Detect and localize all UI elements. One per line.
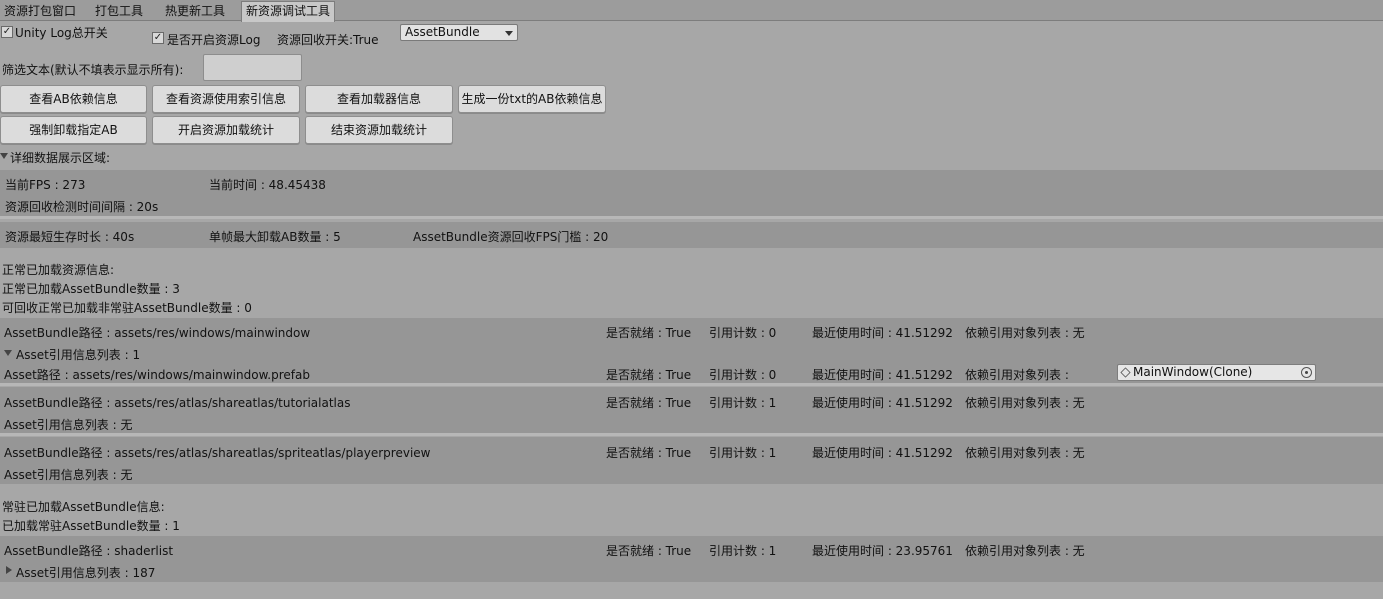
divider [0, 383, 1383, 386]
unity-log-checkbox[interactable]: ✓ [1, 26, 13, 38]
chevron-down-icon [505, 31, 513, 36]
divider [0, 216, 1383, 219]
asset-last-used: 最近使用时间 : 41.51292 [812, 368, 953, 382]
bundle-path: AssetBundle路径 : assets/res/atlas/shareat… [4, 446, 431, 460]
bundle-ready: 是否就绪 : True [606, 544, 692, 558]
generate-txt-deps-button[interactable]: 生成一份txt的AB依赖信息 [458, 85, 606, 113]
bundle-path: AssetBundle路径 : assets/res/atlas/shareat… [4, 396, 351, 410]
foldout-expanded-icon[interactable] [0, 153, 8, 159]
view-loader-info-button[interactable]: 查看加载器信息 [305, 85, 453, 113]
asset-log-label: 是否开启资源Log [167, 33, 261, 47]
mode-dropdown-value: AssetBundle [405, 25, 480, 39]
tab-hotupdate-tool[interactable]: 热更新工具 [161, 2, 229, 21]
bundle-ref-count: 引用计数 : 1 [709, 446, 777, 460]
bundle-last-used: 最近使用时间 : 41.51292 [812, 396, 953, 410]
asset-list-foldout[interactable]: Asset引用信息列表 : 1 [16, 346, 140, 363]
start-load-stats-button[interactable]: 开启资源加载统计 [152, 116, 300, 144]
normal-count: 正常已加载AssetBundle数量 : 3 [2, 282, 180, 296]
bundle-last-used: 最近使用时间 : 41.51292 [812, 326, 953, 340]
bundle-last-used: 最近使用时间 : 41.51292 [812, 446, 953, 460]
bundle-ref-count: 引用计数 : 1 [709, 544, 777, 558]
bundle-ready: 是否就绪 : True [606, 396, 692, 410]
current-fps: 当前FPS : 273 [5, 178, 86, 192]
filter-label: 筛选文本(默认不填表示显示所有): [2, 63, 184, 77]
asset-log-checkbox[interactable]: ✓ [152, 32, 164, 44]
view-ab-deps-button[interactable]: 查看AB依赖信息 [0, 85, 147, 113]
divider [0, 433, 1383, 436]
resident-count: 已加载常驻AssetBundle数量 : 1 [2, 519, 180, 533]
bundle-deps: 依赖引用对象列表 : 无 [965, 544, 1085, 558]
resident-header: 常驻已加载AssetBundle信息: [2, 500, 165, 514]
bundle-path: AssetBundle路径 : assets/res/windows/mainw… [4, 326, 311, 340]
current-time: 当前时间 : 48.45438 [209, 178, 326, 192]
normal-recyclable: 可回收正常已加载非常驻AssetBundle数量 : 0 [2, 301, 252, 315]
asset-ref-count: 引用计数 : 0 [709, 368, 777, 382]
tab-bar: 资源打包窗口 打包工具 热更新工具 新资源调试工具 [0, 0, 1383, 22]
force-unload-ab-button[interactable]: 强制卸载指定AB [0, 116, 147, 144]
view-asset-index-button[interactable]: 查看资源使用索引信息 [152, 85, 300, 113]
fps-threshold: AssetBundle资源回收FPS门槛 : 20 [413, 230, 609, 244]
unity-log-label: Unity Log总开关 [15, 26, 108, 40]
resident-bundle-box [0, 536, 1383, 582]
stats-box [0, 170, 1383, 216]
normal-header: 正常已加载资源信息: [2, 263, 115, 277]
asset-list-foldout[interactable]: Asset引用信息列表 : 187 [16, 564, 155, 581]
object-field-value: MainWindow(Clone) [1133, 365, 1253, 379]
recycle-switch-status: 资源回收开关:True [277, 33, 379, 47]
bundle-path: AssetBundle路径 : shaderlist [4, 544, 174, 558]
asset-list-label: Asset引用信息列表 : 无 [4, 418, 133, 432]
mode-dropdown[interactable]: AssetBundle [400, 24, 518, 41]
max-unload-per-frame: 单帧最大卸载AB数量 : 5 [209, 230, 341, 244]
tab-build-window[interactable]: 资源打包窗口 [0, 2, 80, 21]
asset-deps: 依赖引用对象列表 : [965, 368, 1069, 382]
object-field[interactable]: MainWindow(Clone) [1117, 364, 1316, 381]
bundle-ref-count: 引用计数 : 1 [709, 396, 777, 410]
asset-path: Asset路径 : assets/res/windows/mainwindow.… [4, 368, 310, 382]
min-lifetime: 资源最短生存时长 : 40s [5, 230, 135, 244]
asset-list-label: Asset引用信息列表 : 无 [4, 468, 133, 482]
filter-input[interactable] [203, 54, 302, 81]
tab-pack-tool[interactable]: 打包工具 [91, 2, 147, 21]
bundle-ref-count: 引用计数 : 0 [709, 326, 777, 340]
stats-box-2 [0, 222, 1383, 248]
bundle-deps: 依赖引用对象列表 : 无 [965, 446, 1085, 460]
bundle-ready: 是否就绪 : True [606, 326, 692, 340]
detail-foldout-label[interactable]: 详细数据展示区域: [10, 149, 110, 166]
recycle-interval: 资源回收检测时间间隔 : 20s [5, 200, 159, 214]
bundle-deps: 依赖引用对象列表 : 无 [965, 396, 1085, 410]
bundle-ready: 是否就绪 : True [606, 446, 692, 460]
object-picker-icon[interactable] [1301, 367, 1312, 378]
foldout-expanded-icon[interactable] [4, 350, 12, 356]
asset-ready: 是否就绪 : True [606, 368, 692, 382]
stop-load-stats-button[interactable]: 结束资源加载统计 [305, 116, 453, 144]
tab-asset-debug-tool[interactable]: 新资源调试工具 [241, 1, 336, 22]
foldout-collapsed-icon[interactable] [6, 566, 12, 574]
bundle-deps: 依赖引用对象列表 : 无 [965, 326, 1085, 340]
bundle-last-used: 最近使用时间 : 23.95761 [812, 544, 953, 558]
prefab-icon [1120, 367, 1131, 378]
